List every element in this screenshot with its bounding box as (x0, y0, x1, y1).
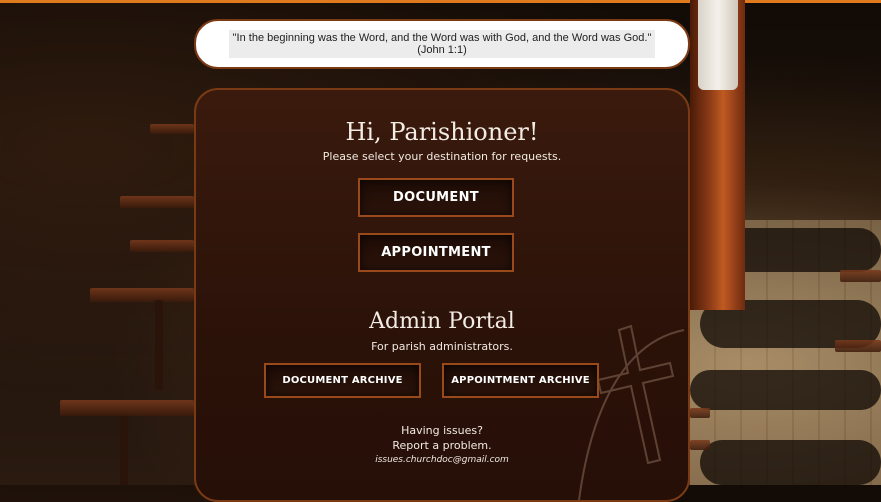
quote-text: "In the beginning was the Word, and the … (232, 32, 652, 44)
support-question: Having issues? (401, 424, 483, 437)
window-shadow (690, 228, 881, 272)
pillar-capital (698, 0, 738, 90)
appointment-archive-button[interactable]: APPOINTMENT ARCHIVE (442, 363, 599, 398)
pew (690, 408, 710, 418)
admin-portal-title: Admin Portal (369, 309, 515, 334)
greeting-title: Hi, Parishioner! (345, 118, 539, 146)
pillar (690, 0, 745, 310)
document-archive-button[interactable]: DOCUMENT ARCHIVE (264, 363, 421, 398)
pew (690, 440, 710, 450)
sunlit-floor (690, 220, 881, 485)
appointment-button[interactable]: APPOINTMENT (358, 233, 514, 272)
pew (150, 124, 194, 134)
window-shadow (700, 300, 881, 348)
document-button[interactable]: DOCUMENT (358, 178, 514, 217)
admin-portal-subtitle: For parish administrators. (371, 340, 513, 353)
pew (120, 196, 194, 208)
bible-quote: "In the beginning was the Word, and the … (228, 30, 656, 58)
window-shadow (700, 440, 881, 485)
pew (835, 340, 881, 352)
window-shadow (690, 370, 881, 410)
pew (840, 270, 881, 282)
main-panel: Hi, Parishioner! Please select your dest… (194, 88, 690, 502)
pew (130, 240, 194, 252)
support-email-link[interactable]: issues.churchdoc@gmail.com (196, 455, 688, 465)
pew-leg (155, 300, 163, 390)
pew (60, 400, 194, 416)
pew-leg (120, 416, 128, 485)
top-accent-line (0, 0, 881, 3)
quote-reference: (John 1:1) (417, 44, 467, 56)
greeting-subtitle: Please select your destination for reque… (322, 150, 562, 163)
bible-quote-banner: "In the beginning was the Word, and the … (194, 19, 690, 69)
pew (90, 288, 194, 302)
report-problem-text: Report a problem. (392, 439, 492, 452)
